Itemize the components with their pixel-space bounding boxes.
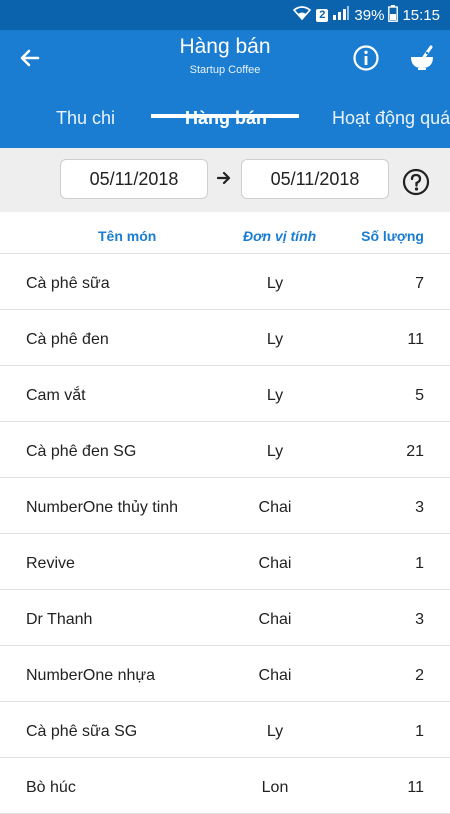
item-name: Cà phê đen [26,331,109,348]
item-name: Dr Thanh [26,611,93,628]
page-title: Hàng bán [179,35,271,58]
item-unit: Chai [258,499,292,516]
item-qty: 3 [415,611,424,628]
tab-thu-chi[interactable]: Thu chi [56,100,115,148]
column-header-qty: Số lượng [361,228,424,244]
item-qty: 11 [407,331,424,348]
item-name: Cà phê đen SG [26,443,137,460]
item-unit: Ly [266,331,284,348]
item-qty: 1 [415,723,424,740]
title-block: Hàng bán Startup Coffee [0,34,450,78]
active-tab-indicator [151,114,299,118]
item-unit: Lon [261,779,289,796]
column-header-name: Tên món [98,228,157,244]
table-header: Tên món Đơn vị tính Số lượng [0,212,450,254]
from-date-field[interactable]: 05/11/2018 [60,159,208,199]
tab-hoat-dong[interactable]: Hoạt động quá [332,100,450,148]
to-date-field[interactable]: 05/11/2018 [241,159,389,199]
app-bar: Hàng bán Startup Coffee Thu chi Hàng bán… [0,30,450,148]
battery-percent: 39% [354,6,385,24]
column-header-unit: Đơn vị tính [243,228,317,244]
battery-icon [388,4,399,26]
item-name: Cà phê sữa [26,275,110,292]
tab-hang-ban[interactable]: Hàng bán [185,100,267,148]
notification-badge: 2 [316,8,329,22]
date-filter-bar: 05/11/2018 05/11/2018 [0,148,450,212]
item-qty: 7 [415,275,424,292]
item-qty: 1 [415,555,424,572]
item-unit: Ly [266,443,284,460]
table-row[interactable]: Cà phê sữa SG Ly 1 [0,702,450,758]
item-qty: 2 [415,667,424,684]
table-row[interactable]: Revive Chai 1 [0,534,450,590]
item-unit: Chai [258,667,292,684]
sales-table: Cà phê sữa Ly 7 Cà phê đen Ly 11 Cam vắt Ly 5 … [0,254,450,814]
arrow-right-icon [216,170,231,191]
clock: 15:15 [402,6,440,24]
item-unit: Ly [266,387,284,404]
signal-icon [332,5,350,25]
item-unit: Chai [258,555,292,572]
item-name: NumberOne nhựa [26,667,155,684]
table-row[interactable]: Cà phê sữa Ly 7 [0,254,450,310]
item-name: Cam vắt [26,387,86,404]
page-subtitle: Startup Coffee [189,64,261,76]
item-name: Bò húc [26,779,76,796]
wifi-icon [292,5,312,25]
info-icon[interactable] [350,42,382,74]
item-unit: Ly [266,723,284,740]
item-name: Cà phê sữa SG [26,723,138,740]
item-unit: Chai [258,611,292,628]
table-row[interactable]: Cà phê đen Ly 11 [0,310,450,366]
item-unit: Ly [266,275,284,292]
help-circle-icon[interactable] [402,168,430,201]
item-qty: 21 [406,443,424,460]
table-row[interactable]: NumberOne thủy tinh Chai 3 [0,478,450,534]
table-row[interactable]: Cà phê đen SG Ly 21 [0,422,450,478]
item-name: NumberOne thủy tinh [26,499,179,516]
table-row[interactable]: Dr Thanh Chai 3 [0,590,450,646]
item-qty: 11 [407,779,424,796]
tab-bar: Thu chi Hàng bán Hoạt động quá [0,100,450,148]
table-row[interactable]: Cam vắt Ly 5 [0,366,450,422]
item-qty: 3 [415,499,424,516]
table-row[interactable]: Bò húc Lon 11 [0,758,450,814]
item-qty: 5 [415,387,424,404]
status-bar: 2 39% 15:15 [0,0,450,30]
table-row[interactable]: NumberOne nhựa Chai 2 [0,646,450,702]
item-name: Revive [26,555,75,572]
mortar-bowl-icon[interactable] [406,42,438,74]
